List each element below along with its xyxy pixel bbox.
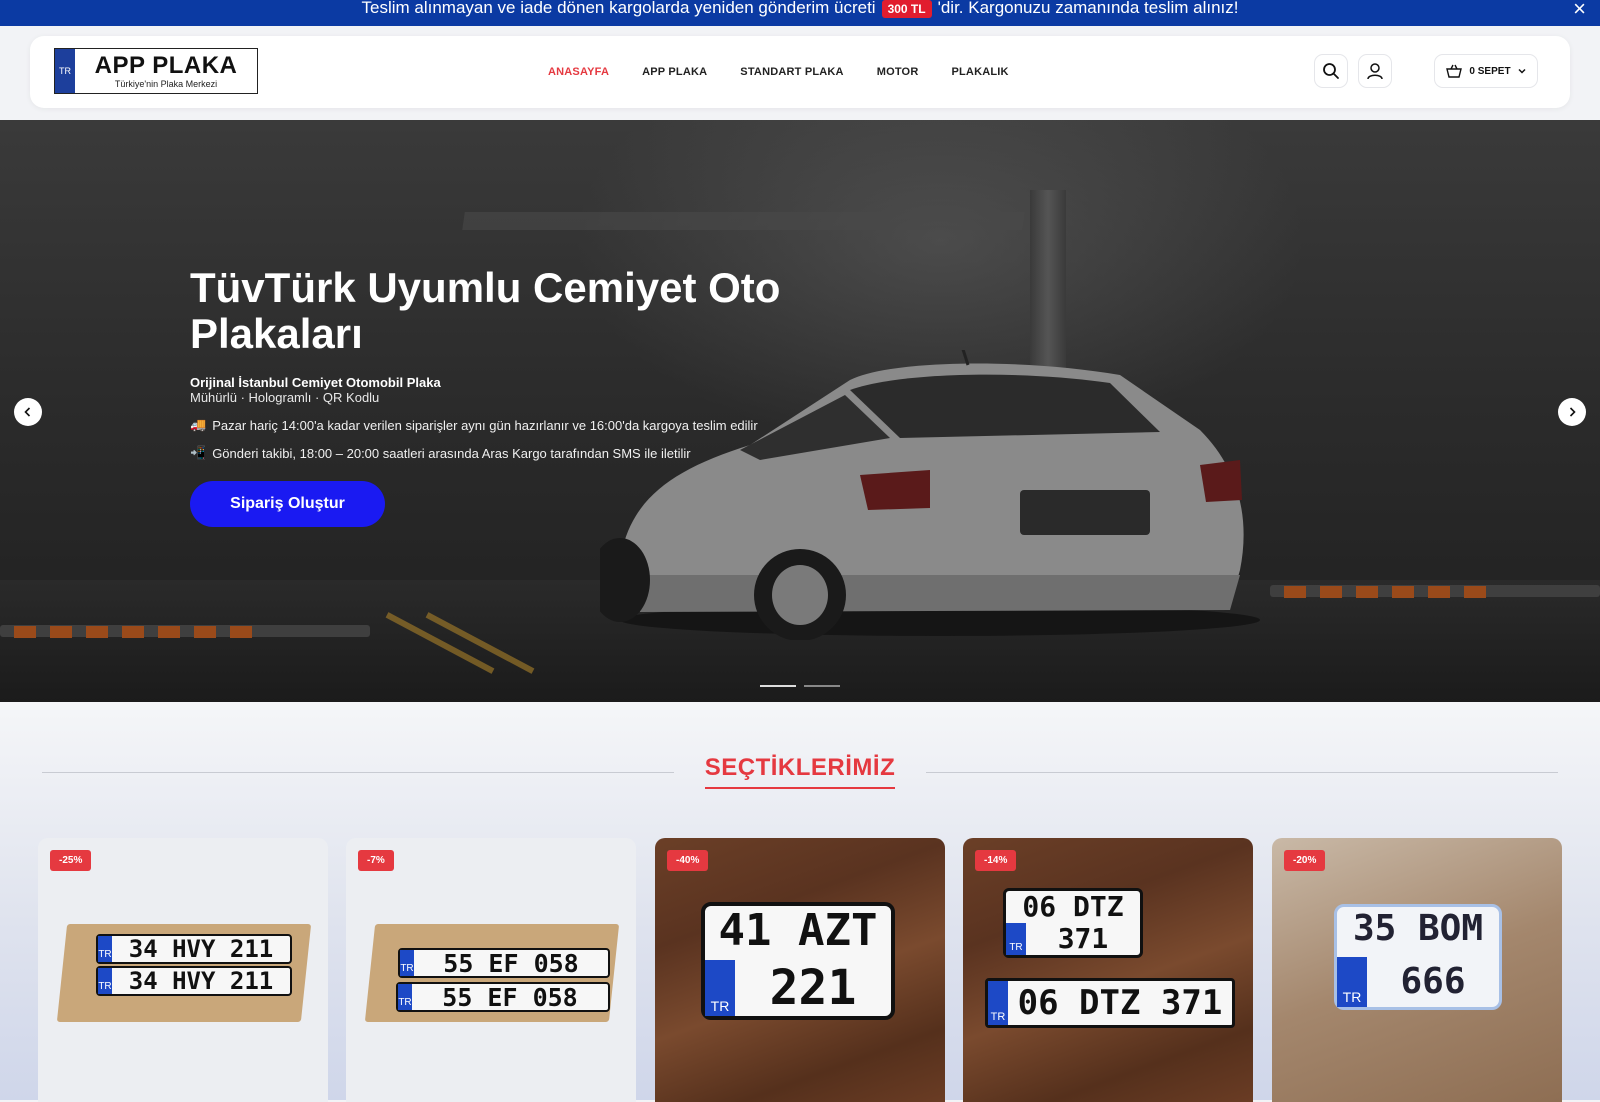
- product-plate-image: TR 34 HVY 211: [96, 934, 292, 964]
- hero-bg-duct: [462, 120, 1038, 230]
- hero-subtitle: Orijinal İstanbul Cemiyet Otomobil Plaka: [190, 375, 441, 390]
- logo-country-badge: TR: [55, 49, 75, 93]
- slider-dot-1[interactable]: [760, 685, 796, 687]
- hero-tracking-text: Gönderi takibi, 18:00 – 20:00 saatleri a…: [212, 445, 691, 461]
- header-bar: TR APP PLAKA Türkiye'nin Plaka Merkezi A…: [30, 36, 1570, 108]
- product-card[interactable]: -40% 41 AZT TR 221: [655, 838, 945, 1102]
- product-card[interactable]: -7% TR 55 EF 058 TR 55 EF 058: [346, 838, 636, 1102]
- hero-title: TüvTürk Uyumlu Cemiyet Oto Plakaları: [190, 264, 781, 357]
- create-order-button[interactable]: Sipariş Oluştur: [190, 481, 385, 527]
- slider-prev-button[interactable]: [14, 398, 42, 426]
- hero-content: TüvTürk Uyumlu Cemiyet Oto Plakaları Ori…: [190, 265, 810, 527]
- product-plate-image: 41 AZT TR 221: [701, 902, 895, 1020]
- hero-shipping-text: Pazar hariç 14:00'a kadar verilen sipari…: [212, 417, 758, 433]
- site-logo[interactable]: TR APP PLAKA Türkiye'nin Plaka Merkezi: [54, 48, 258, 94]
- announcement-fee-badge: 300 TL: [881, 0, 932, 18]
- site-header: TR APP PLAKA Türkiye'nin Plaka Merkezi A…: [0, 26, 1600, 120]
- discount-badge: -40%: [667, 850, 709, 871]
- cart-label: 0 SEPET: [1469, 65, 1511, 77]
- nav-item-standart-plaka[interactable]: STANDART PLAKA: [740, 66, 843, 78]
- basket-icon: [1446, 64, 1463, 78]
- hero-tracking-line: 📲 Gönderi takibi, 18:00 – 20:00 saatleri…: [190, 445, 810, 461]
- chevron-left-icon: [24, 407, 31, 417]
- logo-title: APP PLAKA: [94, 51, 238, 79]
- close-icon[interactable]: ×: [1573, 0, 1586, 20]
- cart-button[interactable]: 0 SEPET: [1434, 54, 1538, 88]
- product-card[interactable]: -20% 35 BOM TR 666: [1272, 838, 1562, 1102]
- nav-item-anasayfa[interactable]: ANASAYFA: [548, 66, 609, 78]
- search-icon: [1323, 63, 1339, 79]
- chevron-down-icon: [1518, 68, 1526, 74]
- hero-slider: TüvTürk Uyumlu Cemiyet Oto Plakaları Ori…: [0, 120, 1600, 702]
- product-plate-image: 35 BOM TR 666: [1334, 904, 1502, 1010]
- hero-bg-curb: [0, 625, 370, 638]
- product-plate-image-long: TR 06 DTZ 371: [985, 978, 1235, 1028]
- truck-icon: 🚚: [190, 417, 207, 432]
- product-card[interactable]: -25% TR 34 HVY 211 TR 34 HVY 211: [38, 838, 328, 1102]
- announcement-text-after: 'dir. Kargonuzu zamanında teslim alınız!: [937, 0, 1239, 17]
- product-plate-image: 06 DTZ TR 371: [1003, 888, 1143, 958]
- hero-subtitle-features: Mühürlü · Hologramlı · QR Kodlu: [190, 390, 380, 405]
- slider-dots: [760, 685, 840, 687]
- hero-shipping-line: 🚚 Pazar hariç 14:00'a kadar verilen sipa…: [190, 417, 810, 433]
- section-heading: SEÇTİKLERİMİZ: [0, 754, 1600, 789]
- account-button[interactable]: [1358, 54, 1392, 88]
- discount-badge: -25%: [50, 850, 92, 871]
- featured-products-section: SEÇTİKLERİMİZ -25% TR 34 HVY 211 TR 34 H…: [0, 702, 1600, 1102]
- slider-dot-2[interactable]: [804, 685, 840, 687]
- announcement-bar: Teslim alınmayan ve iade dönen kargolard…: [0, 0, 1600, 26]
- user-icon: [1367, 63, 1383, 80]
- nav-item-plakalik[interactable]: PLAKALIK: [951, 66, 1008, 78]
- search-button[interactable]: [1314, 54, 1348, 88]
- main-nav: ANASAYFA APP PLAKA STANDART PLAKA MOTOR …: [548, 36, 1009, 108]
- announcement-text-before: Teslim alınmayan ve iade dönen kargolard…: [361, 0, 876, 17]
- logo-subtitle: Türkiye'nin Plaka Merkezi: [114, 78, 218, 89]
- slider-next-button[interactable]: [1558, 398, 1586, 426]
- nav-item-motor[interactable]: MOTOR: [877, 66, 919, 78]
- discount-badge: -7%: [358, 850, 394, 871]
- phone-icon: 📲: [190, 445, 207, 460]
- discount-badge: -20%: [1284, 850, 1326, 871]
- product-card[interactable]: -14% 06 DTZ TR 371 TR 06 DTZ 371: [963, 838, 1253, 1102]
- product-plate-image: TR 55 EF 058: [398, 948, 610, 978]
- chevron-right-icon: [1569, 407, 1576, 417]
- discount-badge: -14%: [975, 850, 1017, 871]
- nav-item-app-plaka[interactable]: APP PLAKA: [642, 66, 707, 78]
